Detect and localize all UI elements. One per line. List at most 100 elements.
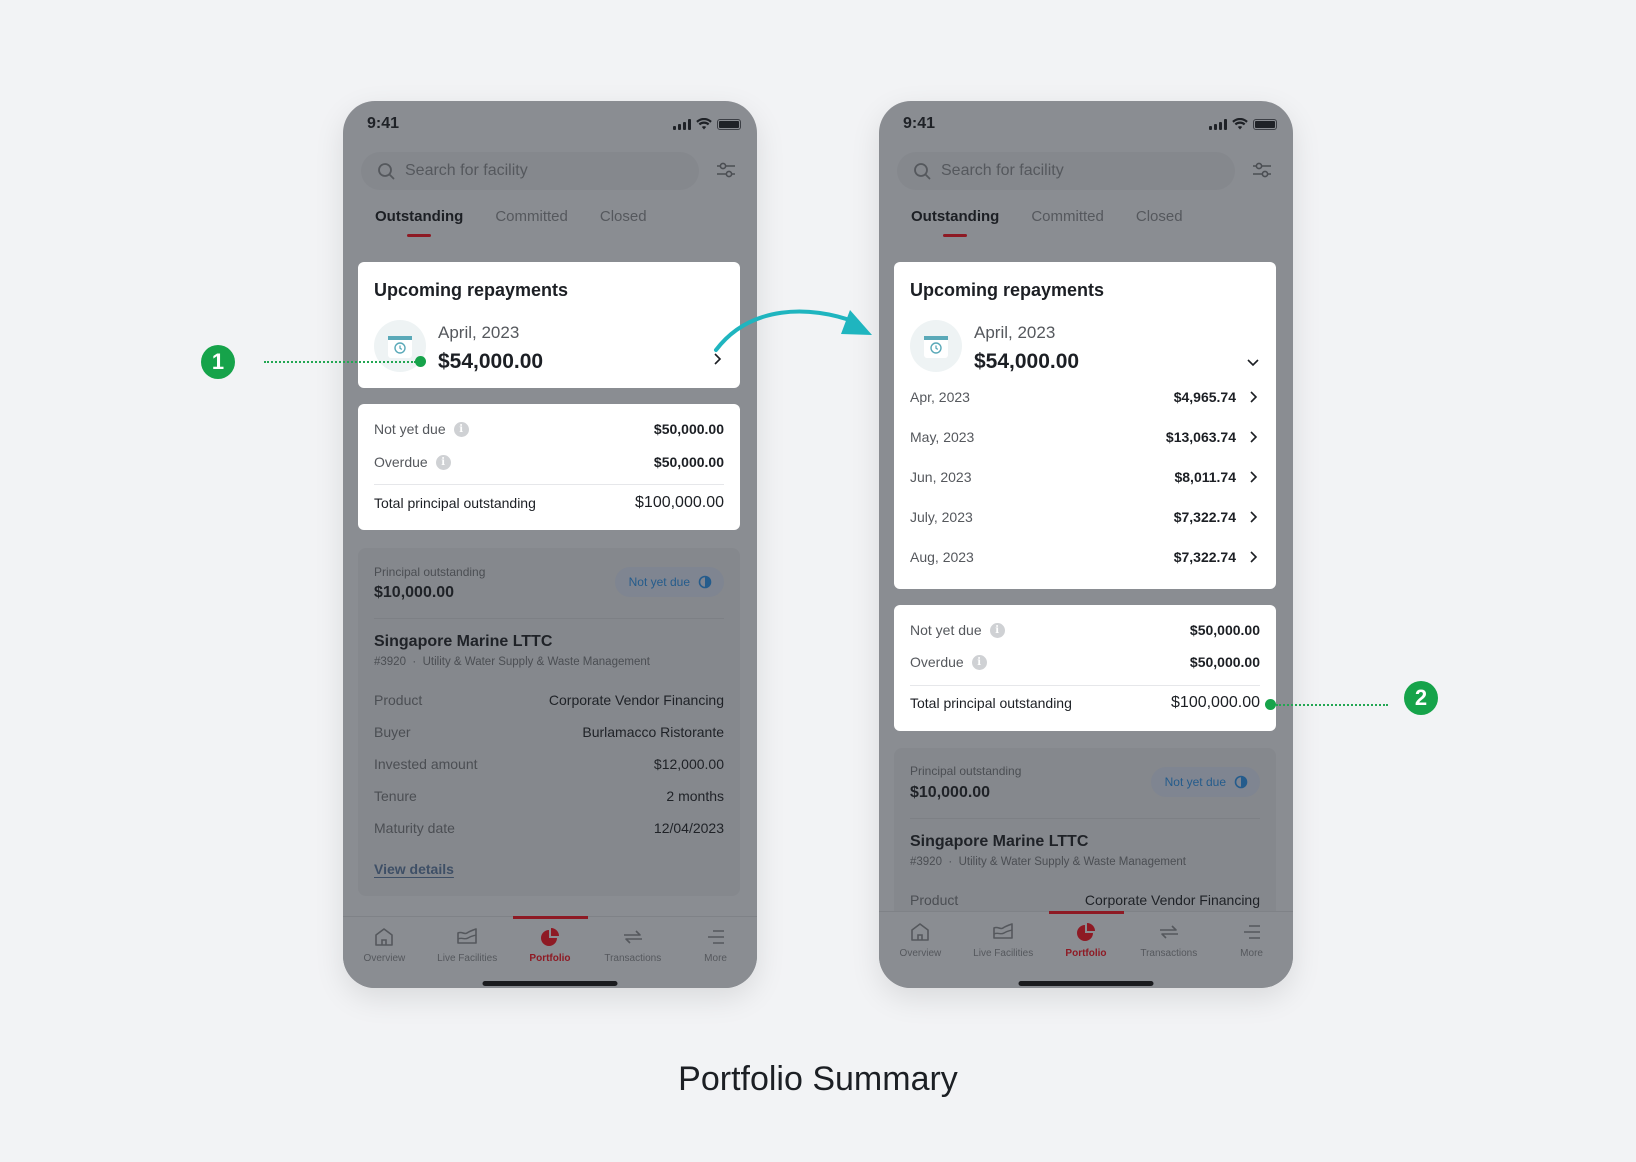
detail-row-product: Product Corporate Vendor Financing (374, 692, 724, 708)
principal-outstanding-label: Principal outstanding (910, 764, 1022, 778)
facility-meta: #3920 · Utility & Water Supply & Waste M… (910, 856, 1186, 868)
schedule-row[interactable]: Jun, 2023 $8,011.74 (910, 469, 1236, 485)
facility-name: Singapore Marine LTTC (374, 633, 553, 650)
swap-arrows-icon (623, 930, 642, 944)
area-chart-icon (457, 928, 477, 944)
nav-label: Transactions (1140, 948, 1198, 959)
schedule-row[interactable]: May, 2023 $13,063.74 (910, 429, 1236, 445)
detail-value: Corporate Vendor Financing (1084, 892, 1260, 908)
wifi-icon (696, 118, 712, 130)
divider (374, 618, 724, 619)
bottom-nav: Overview Live Facilities Portfolio Trans… (879, 911, 1293, 988)
upcoming-repayments-card[interactable]: Upcoming repayments April, 2023 $54,000.… (358, 262, 740, 388)
tab-outstanding[interactable]: Outstanding (375, 208, 463, 237)
status-badge-label: Not yet due (628, 575, 690, 589)
nav-active-indicator (1049, 911, 1124, 914)
detail-row-maturity: Maturity date 12/04/2023 (374, 820, 724, 836)
portfolio-summary-canvas: 9:41 Outstanding Committed Closed Upcomi… (0, 0, 1636, 1162)
detail-value: $12,000.00 (653, 756, 724, 772)
chevron-right-icon[interactable] (1246, 550, 1260, 564)
facility-card[interactable]: Principal outstanding $10,000.00 Not yet… (358, 548, 740, 896)
overdue-row: Overdue i $50,000.00 (374, 454, 724, 470)
battery-icon (717, 118, 741, 130)
search-input[interactable] (941, 162, 1201, 180)
tab-committed[interactable]: Committed (1031, 208, 1104, 237)
info-icon[interactable]: i (989, 622, 1005, 638)
chevron-right-icon[interactable] (1246, 390, 1260, 404)
annotation-leader-2 (1276, 704, 1388, 706)
annotation-dot-1 (415, 356, 426, 367)
tab-closed[interactable]: Closed (600, 208, 647, 237)
nav-more[interactable]: More (1212, 920, 1292, 959)
facility-name: Singapore Marine LTTC (910, 833, 1089, 850)
divider (374, 484, 724, 485)
schedule-row[interactable]: Apr, 2023 $4,965.74 (910, 389, 1236, 405)
overdue-label: Overdue (910, 654, 964, 670)
schedule-row[interactable]: July, 2023 $7,322.74 (910, 509, 1236, 525)
nav-live-facilities[interactable]: Live Facilities (427, 925, 507, 964)
wifi-icon (1232, 118, 1248, 130)
upcoming-amount: $54,000.00 (974, 350, 1080, 373)
area-chart-icon (993, 923, 1013, 939)
filter-sliders-icon[interactable] (715, 159, 737, 181)
transition-arrow-icon (714, 309, 872, 352)
facility-id: #3920 (374, 656, 406, 668)
divider (910, 685, 1260, 686)
not-yet-due-label: Not yet due (374, 421, 446, 437)
chevron-down-icon[interactable] (1246, 355, 1260, 369)
chevron-right-icon[interactable] (1246, 470, 1260, 484)
schedule-month: May, 2023 (910, 429, 975, 445)
upcoming-repayments-card-expanded: Upcoming repayments April, 2023 $54,000.… (894, 262, 1276, 589)
not-yet-due-value: $50,000.00 (1189, 622, 1260, 638)
total-row: Total principal outstanding $100,000.00 (374, 494, 724, 512)
figure-caption: Portfolio Summary (678, 1060, 958, 1098)
total-label: Total principal outstanding (374, 495, 536, 511)
info-icon[interactable]: i (453, 421, 469, 437)
info-icon[interactable]: i (435, 454, 451, 470)
schedule-month: Jun, 2023 (910, 469, 972, 485)
facility-id: #3920 (910, 856, 942, 868)
tab-closed[interactable]: Closed (1136, 208, 1183, 237)
total-label: Total principal outstanding (910, 695, 1072, 711)
detail-label: Product (374, 692, 423, 708)
nav-transactions[interactable]: Transactions (593, 925, 673, 964)
view-details-link[interactable]: View details (374, 861, 454, 877)
status-time: 9:41 (367, 115, 400, 132)
nav-label: Overview (363, 953, 406, 964)
tab-committed[interactable]: Committed (495, 208, 568, 237)
total-value: $100,000.00 (635, 494, 724, 511)
schedule-amount: $7,322.74 (1173, 549, 1236, 565)
total-value: $100,000.00 (1171, 694, 1260, 711)
schedule-month: Apr, 2023 (910, 389, 970, 405)
search-icon (378, 163, 395, 180)
nav-label: Portfolio (1065, 948, 1107, 959)
schedule-row[interactable]: Aug, 2023 $7,322.74 (910, 549, 1236, 565)
nav-overview[interactable]: Overview (880, 920, 960, 959)
tab-outstanding[interactable]: Outstanding (911, 208, 999, 237)
search-input[interactable] (405, 162, 665, 180)
nav-label: Live Facilities (437, 953, 498, 964)
nav-overview[interactable]: Overview (344, 925, 424, 964)
status-bar: 9:41 (903, 113, 1277, 135)
nav-label: Portfolio (529, 953, 571, 964)
nav-portfolio[interactable]: Portfolio (1046, 920, 1126, 959)
nav-active-indicator (513, 916, 588, 919)
nav-more[interactable]: More (676, 925, 756, 964)
search-field[interactable] (361, 152, 699, 190)
status-bar: 9:41 (367, 113, 741, 135)
calendar-clock-icon (910, 320, 962, 372)
progress-pie-icon (698, 575, 712, 589)
facility-meta: #3920 · Utility & Water Supply & Waste M… (374, 656, 650, 668)
info-icon[interactable]: i (971, 654, 987, 670)
bottom-nav: Overview Live Facilities Portfolio Trans… (343, 916, 757, 988)
nav-label: More (1240, 948, 1263, 959)
nav-transactions[interactable]: Transactions (1129, 920, 1209, 959)
nav-portfolio[interactable]: Portfolio (510, 925, 590, 964)
detail-label: Product (910, 892, 959, 908)
schedule-amount: $7,322.74 (1173, 509, 1236, 525)
nav-live-facilities[interactable]: Live Facilities (963, 920, 1043, 959)
filter-sliders-icon[interactable] (1251, 159, 1273, 181)
search-field[interactable] (897, 152, 1235, 190)
chevron-right-icon[interactable] (1246, 510, 1260, 524)
chevron-right-icon[interactable] (1246, 430, 1260, 444)
